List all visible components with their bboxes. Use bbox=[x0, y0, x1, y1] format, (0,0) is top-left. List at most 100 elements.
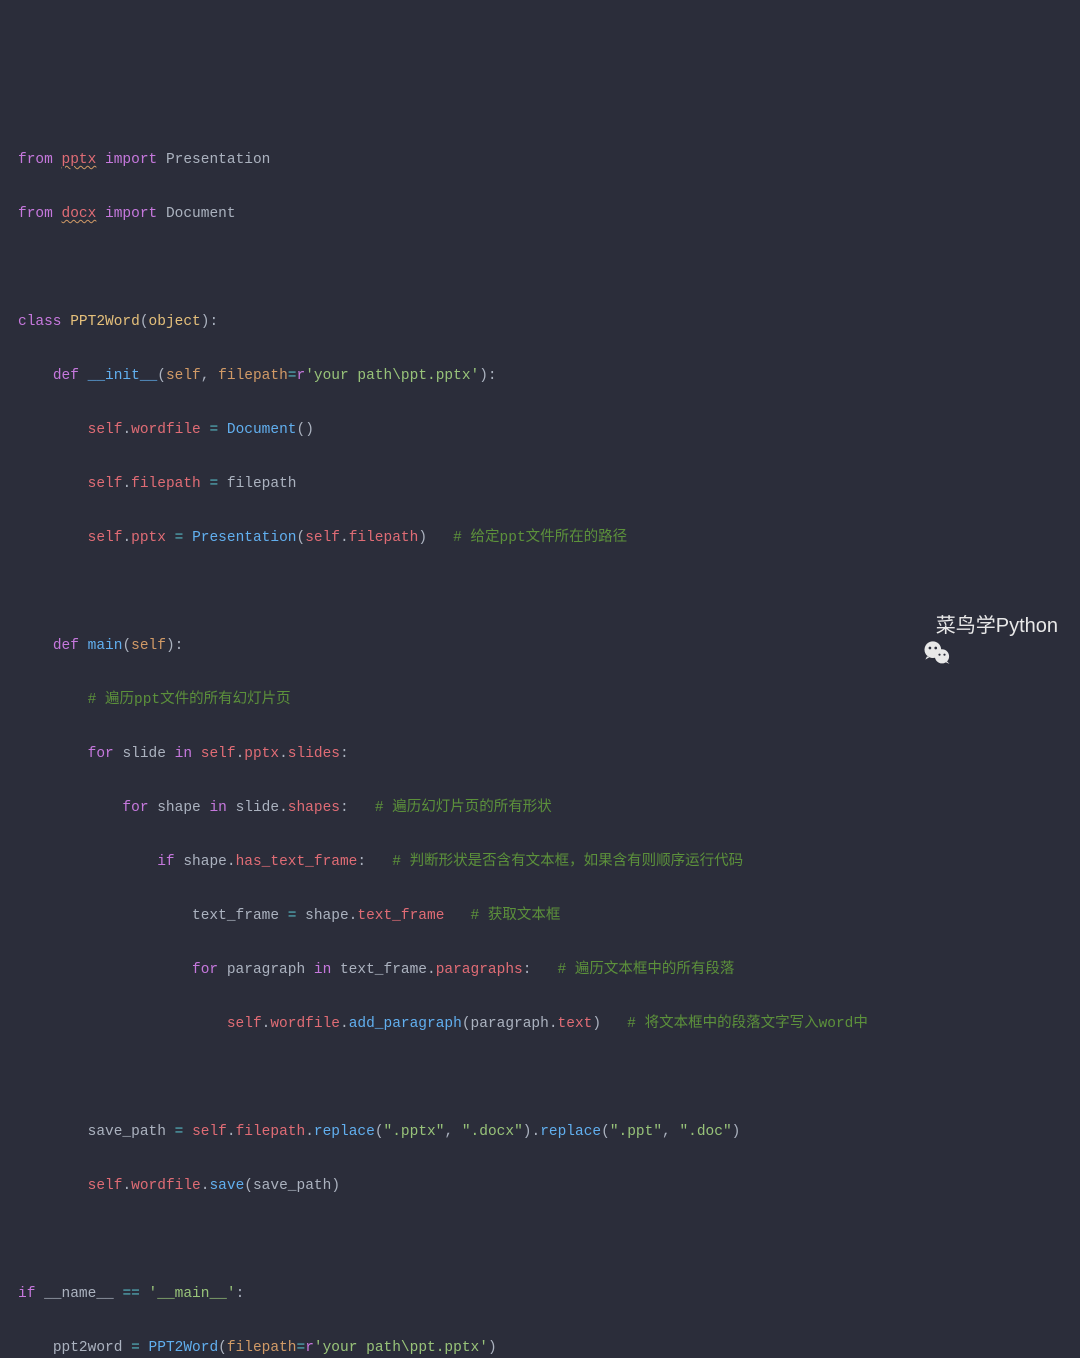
import-name: Document bbox=[166, 206, 236, 222]
keyword-def: def bbox=[53, 638, 79, 654]
blank-line bbox=[18, 579, 1062, 606]
attr-pptx: pptx bbox=[244, 746, 279, 762]
dunder-name: __name__ bbox=[44, 1286, 114, 1302]
keyword-class: class bbox=[18, 314, 62, 330]
attr-hastextframe: has_text_frame bbox=[236, 854, 358, 870]
loop-var: shape bbox=[157, 800, 201, 816]
attr-shapes: shapes bbox=[288, 800, 340, 816]
string-literal: ".pptx" bbox=[384, 1124, 445, 1140]
attr-pptx: pptx bbox=[131, 530, 166, 546]
var-textframe: text_frame bbox=[192, 908, 279, 924]
code-line: if shape.has_text_frame: # 判断形状是否含有文本框，如… bbox=[18, 849, 1062, 876]
string-literal: ".doc" bbox=[679, 1124, 731, 1140]
attr-slides: slides bbox=[288, 746, 340, 762]
loop-var: paragraph bbox=[227, 962, 305, 978]
param-self: self bbox=[166, 368, 201, 384]
var-savepath: save_path bbox=[88, 1124, 166, 1140]
keyword-in: in bbox=[209, 800, 226, 816]
comment: # 遍历ppt文件的所有幻灯片页 bbox=[88, 692, 291, 708]
module-pptx: pptx bbox=[62, 152, 97, 168]
code-line: from pptx import Presentation bbox=[18, 147, 1062, 174]
keyword-in: in bbox=[175, 746, 192, 762]
code-line: if __name__ == '__main__': bbox=[18, 1281, 1062, 1308]
kwarg-filepath: filepath bbox=[227, 1340, 297, 1356]
comment: # 获取文本框 bbox=[471, 908, 561, 924]
param-self: self bbox=[131, 638, 166, 654]
wechat-icon bbox=[900, 611, 930, 641]
keyword-for: for bbox=[192, 962, 218, 978]
comment: # 遍历文本框中的所有段落 bbox=[558, 962, 735, 978]
call-ppt2word: PPT2Word bbox=[149, 1340, 219, 1356]
code-line: for slide in self.pptx.slides: bbox=[18, 741, 1062, 768]
keyword-for: for bbox=[122, 800, 148, 816]
watermark: 菜鸟学Python bbox=[900, 611, 1058, 641]
code-line: self.wordfile.add_paragraph(paragraph.te… bbox=[18, 1011, 1062, 1038]
string-literal: ".ppt" bbox=[610, 1124, 662, 1140]
code-line: for shape in slide.shapes: # 遍历幻灯片页的所有形状 bbox=[18, 795, 1062, 822]
attr-filepath: filepath bbox=[349, 530, 419, 546]
obj-textframe: text_frame bbox=[340, 962, 427, 978]
self-ref: self bbox=[192, 1124, 227, 1140]
method-init: __init__ bbox=[88, 368, 158, 384]
code-line: self.filepath = filepath bbox=[18, 471, 1062, 498]
comment: # 判断形状是否含有文本框，如果含有则顺序运行代码 bbox=[392, 854, 743, 870]
keyword-from: from bbox=[18, 206, 53, 222]
comment: # 给定ppt文件所在的路径 bbox=[453, 530, 627, 546]
keyword-import: import bbox=[105, 206, 157, 222]
attr-paragraphs: paragraphs bbox=[436, 962, 523, 978]
code-editor: from pptx import Presentation from docx … bbox=[18, 120, 1062, 1358]
loop-var: slide bbox=[122, 746, 166, 762]
attr-textframe: text_frame bbox=[357, 908, 444, 924]
keyword-if: if bbox=[157, 854, 174, 870]
self-ref: self bbox=[88, 476, 123, 492]
blank-line bbox=[18, 1227, 1062, 1254]
keyword-def: def bbox=[53, 368, 79, 384]
base-class: object bbox=[149, 314, 201, 330]
self-ref: self bbox=[88, 1178, 123, 1194]
rhs-var: filepath bbox=[227, 476, 297, 492]
obj-shape: shape bbox=[305, 908, 349, 924]
attr-wordfile: wordfile bbox=[131, 422, 201, 438]
class-name: PPT2Word bbox=[70, 314, 140, 330]
self-ref: self bbox=[88, 422, 123, 438]
var-ppt2word: ppt2word bbox=[53, 1340, 123, 1356]
op-eq: == bbox=[122, 1286, 139, 1302]
string-literal: 'your path\ppt.pptx' bbox=[314, 1340, 488, 1356]
attr-wordfile: wordfile bbox=[131, 1178, 201, 1194]
code-line: self.pptx = Presentation(self.filepath) … bbox=[18, 525, 1062, 552]
code-line: self.wordfile.save(save_path) bbox=[18, 1173, 1062, 1200]
param-filepath: filepath bbox=[218, 368, 288, 384]
string-prefix: r bbox=[305, 1340, 314, 1356]
obj-shape: shape bbox=[183, 854, 227, 870]
watermark-text: 菜鸟学Python bbox=[936, 613, 1058, 640]
attr-filepath: filepath bbox=[131, 476, 201, 492]
method-main: main bbox=[88, 638, 123, 654]
call-save: save bbox=[209, 1178, 244, 1194]
call-addparagraph: add_paragraph bbox=[349, 1016, 462, 1032]
obj-paragraph: paragraph bbox=[471, 1016, 549, 1032]
code-line: save_path = self.filepath.replace(".pptx… bbox=[18, 1119, 1062, 1146]
keyword-for: for bbox=[88, 746, 114, 762]
call-presentation: Presentation bbox=[192, 530, 296, 546]
keyword-import: import bbox=[105, 152, 157, 168]
code-line: for paragraph in text_frame.paragraphs: … bbox=[18, 957, 1062, 984]
keyword-if: if bbox=[18, 1286, 35, 1302]
self-ref: self bbox=[88, 530, 123, 546]
code-line: from docx import Document bbox=[18, 201, 1062, 228]
string-prefix: r bbox=[297, 368, 306, 384]
code-line: def __init__(self, filepath=r'your path\… bbox=[18, 363, 1062, 390]
code-line: ppt2word = PPT2Word(filepath=r'your path… bbox=[18, 1335, 1062, 1358]
code-line: self.wordfile = Document() bbox=[18, 417, 1062, 444]
string-literal: '__main__' bbox=[149, 1286, 236, 1302]
self-ref: self bbox=[227, 1016, 262, 1032]
blank-line bbox=[18, 255, 1062, 282]
comment: # 遍历幻灯片页的所有形状 bbox=[375, 800, 552, 816]
string-literal: 'your path\ppt.pptx' bbox=[305, 368, 479, 384]
self-ref: self bbox=[305, 530, 340, 546]
call-document: Document bbox=[227, 422, 297, 438]
call-replace: replace bbox=[540, 1124, 601, 1140]
keyword-from: from bbox=[18, 152, 53, 168]
string-literal: ".docx" bbox=[462, 1124, 523, 1140]
blank-line bbox=[18, 1065, 1062, 1092]
self-ref: self bbox=[201, 746, 236, 762]
